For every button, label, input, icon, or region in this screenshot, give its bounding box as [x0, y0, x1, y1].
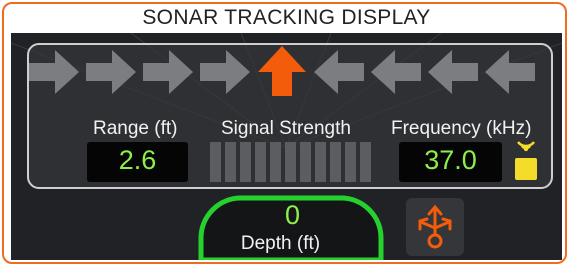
signal-bar [285, 142, 296, 182]
signal-bar [255, 142, 266, 182]
depth-label: Depth (ft) [240, 233, 321, 254]
signal-bar [345, 142, 356, 182]
display-title: SONAR TRACKING DISPLAY [142, 6, 431, 29]
signal-bar [360, 142, 371, 182]
signal-strength-label: Signal Strength [221, 118, 351, 139]
arrow-right-icon [143, 50, 193, 94]
frequency-value-box: 37.0 [399, 142, 502, 182]
arrow-right-icon [200, 50, 250, 94]
arrow-left-icon [428, 50, 478, 94]
signal-bar [315, 142, 326, 182]
range-label: Range (ft) [93, 118, 178, 139]
depth-value: 0 [284, 200, 301, 230]
transducer-icon [418, 204, 452, 249]
arrow-right-icon [29, 50, 79, 94]
signal-wave-icon [515, 141, 537, 180]
signal-bar [210, 142, 221, 182]
signal-bar [330, 142, 341, 182]
direction-arrows [29, 46, 535, 96]
signal-bar [270, 142, 281, 182]
transducer-button[interactable] [406, 198, 464, 256]
range-value: 2.6 [118, 145, 157, 175]
frequency-value: 37.0 [424, 145, 477, 175]
arrow-left-icon [485, 50, 535, 94]
signal-bar [240, 142, 251, 182]
signal-bar [225, 142, 236, 182]
range-value-box: 2.6 [87, 142, 188, 182]
arrow-left-icon [314, 50, 364, 94]
signal-strength-meter [210, 142, 371, 182]
arrow-right-icon [86, 50, 136, 94]
arrow-left-icon [371, 50, 421, 94]
arrow-up-icon [258, 46, 306, 96]
signal-bar [300, 142, 311, 182]
